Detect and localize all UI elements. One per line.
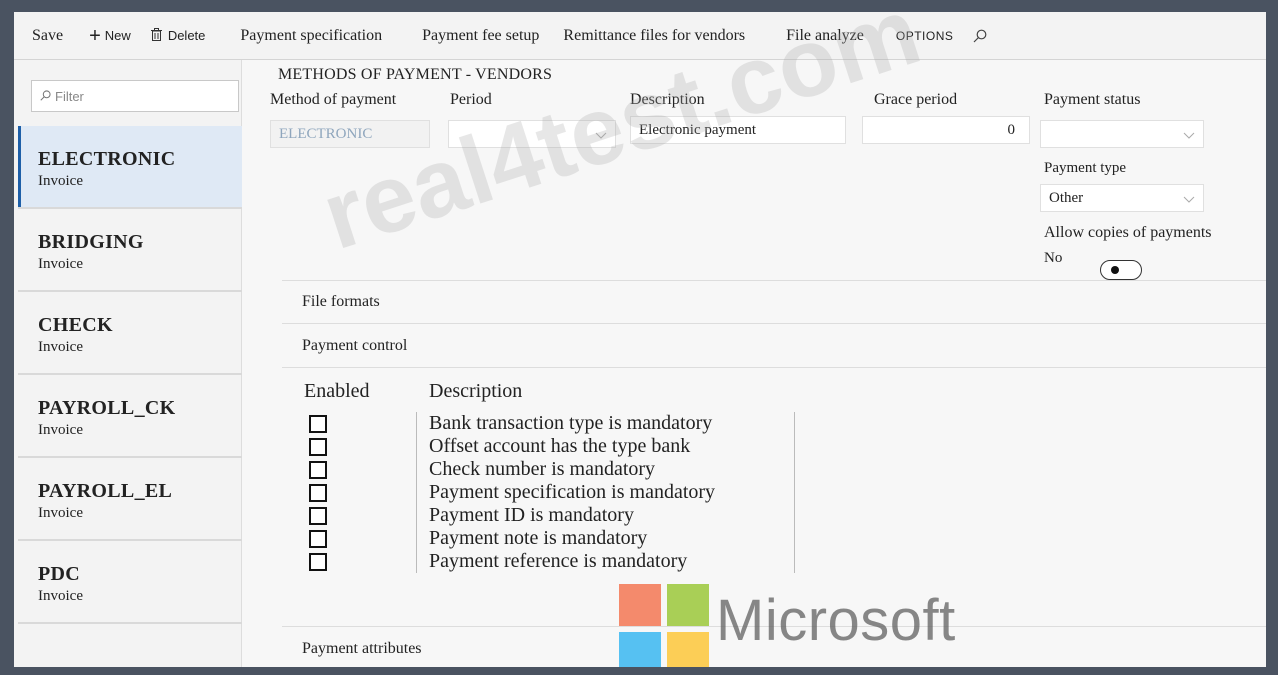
options-tab[interactable]: OPTIONS [896, 29, 954, 43]
method-of-payment-label: Method of payment [270, 91, 397, 108]
table-row: Payment reference is mandatory [305, 550, 794, 573]
remittance-files-button[interactable]: Remittance files for vendors [563, 27, 745, 45]
payment-fee-setup-button[interactable]: Payment fee setup [422, 27, 539, 45]
allow-copies-label: Allow copies of payments [1044, 224, 1212, 241]
list-item-payroll-el[interactable]: PAYROLL_EL Invoice [18, 458, 242, 541]
list-item-check[interactable]: CHECK Invoice [18, 292, 242, 375]
fasttab-payment-control[interactable]: Payment control [282, 324, 1266, 368]
enabled-checkbox[interactable] [309, 529, 327, 548]
table-row: Payment ID is mandatory [305, 504, 794, 527]
row-description: Payment ID is mandatory [429, 504, 634, 526]
search-icon [32, 89, 55, 104]
page-title: METHODS OF PAYMENT - VENDORS [278, 66, 553, 83]
microsoft-brand-text: Microsoft [716, 588, 956, 653]
chevron-down-icon [595, 128, 607, 145]
list-item-title: ELECTRONIC [38, 148, 176, 170]
grace-period-field[interactable]: 0 [862, 116, 1030, 144]
fasttab-file-formats[interactable]: File formats [282, 280, 1266, 324]
list-item-subtitle: Invoice [38, 256, 83, 272]
description-value: Electronic payment [639, 121, 757, 138]
list-item-subtitle: Invoice [38, 505, 83, 521]
navigation-list-pane: Filter ELECTRONIC Invoice BRIDGING Invoi… [14, 60, 242, 667]
enabled-checkbox[interactable] [309, 414, 327, 433]
search-icon[interactable] [973, 29, 987, 43]
description-label: Description [630, 91, 705, 108]
list-item-pdc[interactable]: PDC Invoice [18, 541, 242, 624]
delete-button[interactable]: Delete [150, 27, 206, 44]
new-button[interactable]: + New [89, 26, 131, 46]
allow-copies-value: No [1044, 250, 1063, 266]
row-description: Check number is mandatory [429, 458, 656, 480]
method-of-payment-value: ELECTRONIC [279, 125, 373, 142]
file-analyze-button[interactable]: File analyze [786, 27, 864, 45]
row-description: Payment reference is mandatory [429, 550, 688, 572]
table-row: Bank transaction type is mandatory [305, 412, 794, 435]
payment-status-label: Payment status [1044, 91, 1141, 108]
filter-input[interactable]: Filter [31, 80, 239, 112]
list-item-title: PAYROLL_CK [38, 397, 176, 419]
fasttab-file-formats-label: File formats [302, 293, 380, 310]
enabled-checkbox[interactable] [309, 437, 327, 456]
row-description: Offset account has the type bank [429, 435, 691, 457]
period-select[interactable] [448, 120, 616, 148]
chevron-down-icon [1183, 192, 1195, 209]
list-item-subtitle: Invoice [38, 422, 83, 438]
grace-period-label: Grace period [874, 91, 958, 108]
action-pane: Save + New Delete Payment specification … [14, 12, 1266, 60]
payment-type-value: Other [1049, 189, 1084, 206]
filter-placeholder: Filter [55, 88, 84, 104]
enabled-checkbox[interactable] [309, 552, 327, 571]
column-header-description: Description [429, 380, 523, 402]
column-header-enabled: Enabled [304, 380, 370, 402]
logo-square-green [667, 584, 709, 626]
enabled-checkbox[interactable] [309, 483, 327, 502]
table-row: Payment specification is mandatory [305, 481, 794, 504]
list-item-title: BRIDGING [38, 231, 144, 253]
method-list: ELECTRONIC Invoice BRIDGING Invoice CHEC… [18, 126, 242, 624]
row-description: Bank transaction type is mandatory [429, 412, 713, 434]
period-label: Period [450, 91, 492, 108]
list-item-title: PAYROLL_EL [38, 480, 173, 502]
fasttab-payment-control-label: Payment control [302, 336, 408, 354]
toggle-knob [1111, 266, 1119, 274]
list-item-title: CHECK [38, 314, 113, 336]
list-item-subtitle: Invoice [38, 588, 83, 604]
row-description: Payment specification is mandatory [429, 481, 716, 503]
payment-control-grid: Bank transaction type is mandatory Offse… [305, 412, 795, 573]
trash-icon [150, 27, 168, 44]
row-description: Payment note is mandatory [429, 527, 648, 549]
payment-type-label: Payment type [1044, 160, 1127, 176]
payment-status-select[interactable] [1040, 120, 1204, 148]
logo-square-blue [619, 632, 661, 667]
description-field[interactable]: Electronic payment [630, 116, 846, 144]
list-item-payroll-ck[interactable]: PAYROLL_CK Invoice [18, 375, 242, 458]
delete-label: Delete [167, 28, 206, 43]
payment-type-select[interactable]: Other [1040, 184, 1204, 212]
table-row: Payment note is mandatory [305, 527, 794, 550]
method-of-payment-field[interactable]: ELECTRONIC [270, 120, 430, 148]
logo-square-red [619, 584, 661, 626]
list-item-subtitle: Invoice [38, 173, 83, 189]
enabled-checkbox[interactable] [309, 460, 327, 479]
grace-period-value: 0 [1007, 121, 1016, 138]
table-row: Check number is mandatory [305, 458, 794, 481]
chevron-down-icon [1183, 128, 1195, 145]
plus-icon: + [89, 24, 101, 47]
allow-copies-toggle[interactable] [1100, 260, 1142, 280]
enabled-checkbox[interactable] [309, 506, 327, 525]
save-button[interactable]: Save [32, 27, 63, 45]
logo-square-yellow [667, 632, 709, 667]
list-item-title: PDC [38, 563, 81, 585]
new-label: New [104, 28, 131, 43]
payment-specification-button[interactable]: Payment specification [240, 27, 382, 45]
list-item-electronic[interactable]: ELECTRONIC Invoice [18, 126, 242, 209]
list-item-bridging[interactable]: BRIDGING Invoice [18, 209, 242, 292]
app-window: Save + New Delete Payment specification … [14, 12, 1266, 667]
toolbar-divider [221, 23, 222, 49]
list-item-subtitle: Invoice [38, 339, 83, 355]
fasttab-payment-attributes-label: Payment attributes [302, 639, 422, 657]
table-row: Offset account has the type bank [305, 435, 794, 458]
